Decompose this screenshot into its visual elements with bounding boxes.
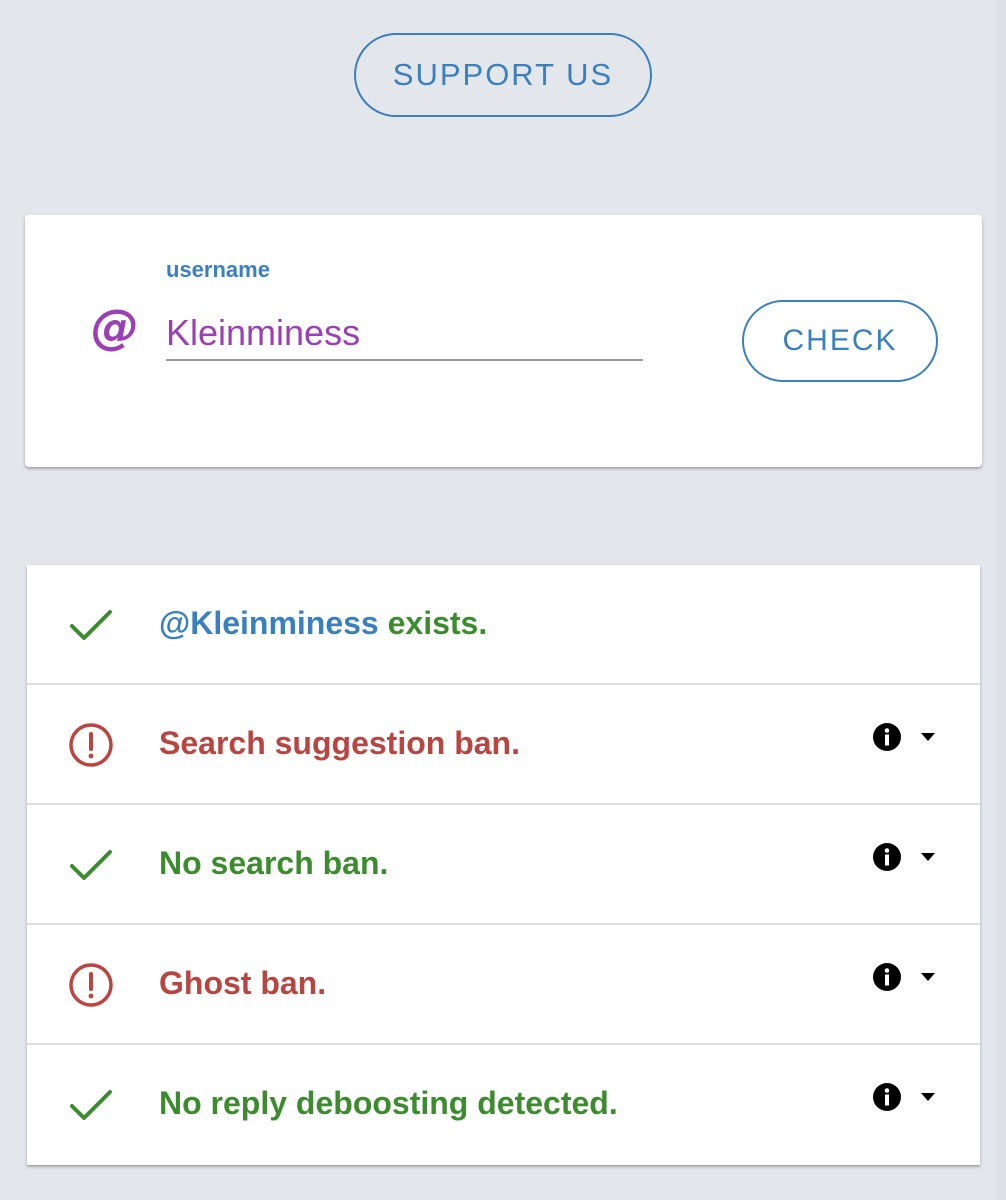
result-text: @Kleinminess exists.: [159, 605, 487, 642]
caret-down-icon: [921, 973, 935, 981]
caret-down-icon: [921, 1093, 935, 1101]
results-list: @Kleinminess exists. Search suggestion b…: [27, 565, 980, 1165]
result-row-no-search-ban: No search ban.: [27, 805, 980, 925]
result-row-ghost-ban: Ghost ban.: [27, 925, 980, 1045]
alert-circle-icon: [69, 963, 113, 1007]
info-icon: [873, 1083, 901, 1111]
info-icon: [873, 963, 901, 991]
checkmark-icon: [70, 610, 112, 640]
checkmark-icon: [70, 850, 112, 880]
result-text: Search suggestion ban.: [159, 725, 520, 761]
result-text: Ghost ban.: [159, 965, 327, 1001]
support-us-button[interactable]: SUPPORT US: [354, 33, 652, 117]
info-toggle[interactable]: [870, 1080, 944, 1114]
username-field-label: username: [166, 257, 270, 282]
info-icon: [873, 723, 901, 751]
info-toggle[interactable]: [870, 840, 944, 874]
info-toggle[interactable]: [870, 960, 944, 994]
result-row-exists: @Kleinminess exists.: [27, 565, 980, 685]
result-text: No reply deboosting detected.: [159, 1085, 618, 1121]
checkmark-icon: [70, 1090, 112, 1120]
at-sign-icon: @: [91, 299, 139, 355]
result-text-suffix: exists.: [378, 605, 488, 641]
caret-down-icon: [921, 853, 935, 861]
check-button[interactable]: CHECK: [742, 300, 938, 382]
scrollbar-track[interactable]: [996, 0, 1006, 1200]
username-input[interactable]: [166, 307, 643, 361]
username-search-card: @ username CHECK: [25, 215, 982, 467]
caret-down-icon: [921, 733, 935, 741]
alert-circle-icon: [69, 723, 113, 767]
info-toggle[interactable]: [870, 720, 944, 754]
result-text: No search ban.: [159, 845, 389, 881]
info-icon: [873, 843, 901, 871]
username-handle: @Kleinminess: [159, 605, 379, 641]
result-row-search-suggestion-ban: Search suggestion ban.: [27, 685, 980, 805]
result-row-no-reply-deboosting: No reply deboosting detected.: [27, 1045, 980, 1165]
